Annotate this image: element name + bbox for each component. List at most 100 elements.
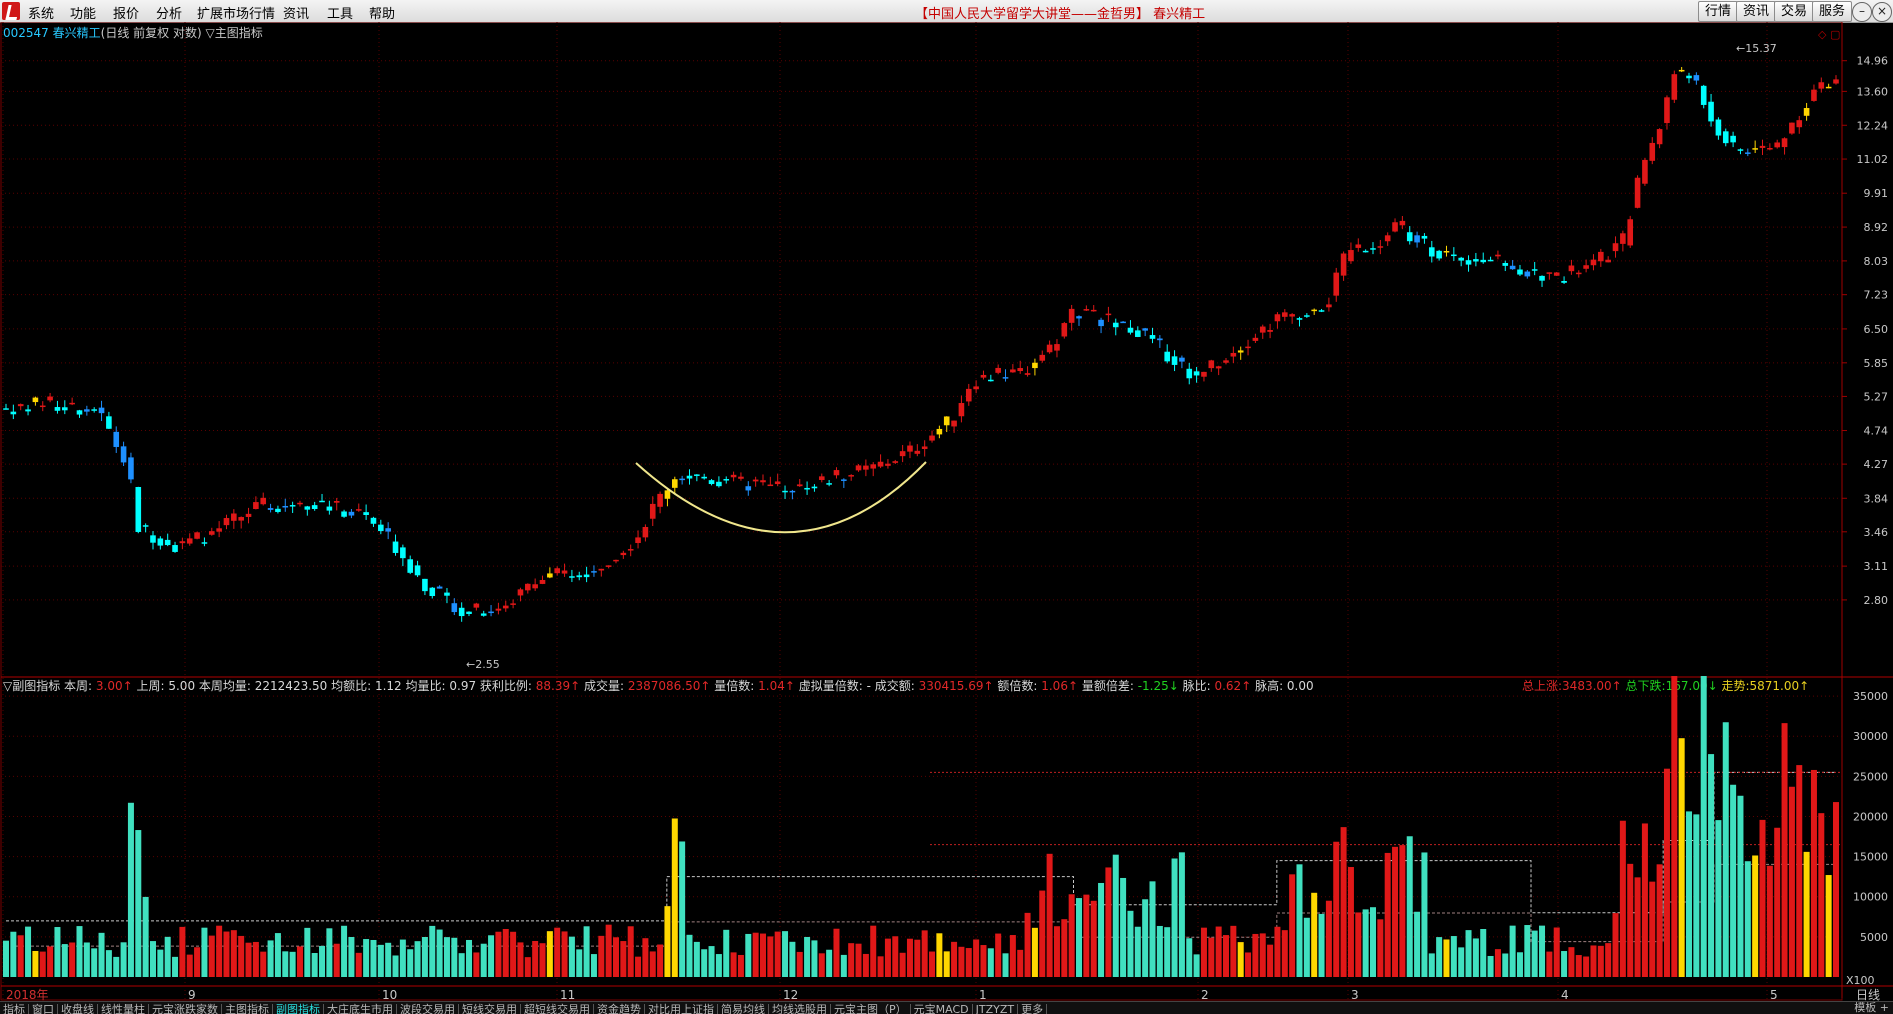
period-label[interactable]: 日线 <box>1856 988 1880 1001</box>
price-axis-label: 13.60 <box>1857 85 1889 98</box>
time-axis-label: 9 <box>188 988 196 1001</box>
panel-corner-icons[interactable]: ◇ ▢ <box>1818 28 1840 41</box>
volume-bar <box>1641 823 1648 977</box>
volume-bar <box>1649 881 1656 977</box>
volume-bar <box>370 939 377 977</box>
menu-function[interactable]: 功能 <box>70 3 96 22</box>
volume-axis: 35000 30000 25000 20000 15000 10000 5000 <box>1853 690 1888 944</box>
minimize-icon[interactable]: – <box>1852 2 1872 22</box>
candle-body <box>1473 259 1479 262</box>
candle-body <box>1377 246 1384 248</box>
candle-body <box>1135 330 1141 337</box>
menu-info[interactable]: 资讯 <box>283 3 309 22</box>
volume-bar <box>274 933 281 977</box>
candle-body <box>885 463 891 466</box>
volume-bar <box>1810 769 1817 977</box>
volume-bar <box>3 940 9 977</box>
volume-bar <box>1524 925 1531 977</box>
volume-bar <box>414 941 421 977</box>
volume-bar <box>1017 949 1024 977</box>
candle-body <box>716 481 722 487</box>
candle-body <box>1759 145 1766 148</box>
volume-bar <box>1531 930 1538 977</box>
volume-bar <box>664 906 671 977</box>
volume-bar <box>1355 912 1362 977</box>
candle-body <box>157 538 164 546</box>
volume-axis-label: 35000 <box>1853 690 1888 703</box>
volume-bar <box>10 931 17 977</box>
volume-bar <box>127 802 134 977</box>
volume-bar <box>693 941 700 977</box>
candle-body <box>730 474 737 478</box>
candle-body <box>3 408 9 410</box>
template-tab[interactable]: 模板 + <box>1850 1002 1893 1014</box>
candle-body <box>69 402 75 405</box>
volume-bar <box>1656 864 1663 977</box>
menu-tools[interactable]: 工具 <box>327 3 353 22</box>
volume-bar <box>1428 953 1435 977</box>
menu-extended-market[interactable]: 扩展市场行情 <box>197 3 275 22</box>
candle-body <box>231 513 237 521</box>
menu-analysis[interactable]: 分析 <box>156 3 182 22</box>
volume-axis-label: 10000 <box>1853 891 1888 904</box>
candle-body <box>385 528 391 532</box>
app-logo-icon[interactable] <box>2 2 20 20</box>
candle-body <box>378 524 384 532</box>
volume-bar <box>1112 854 1119 977</box>
candle-body <box>1318 310 1325 312</box>
candle-body <box>620 552 627 556</box>
candle-body <box>1664 97 1670 124</box>
service-button[interactable]: 服务 <box>1812 1 1852 22</box>
volume-bar <box>1494 949 1501 977</box>
candle-body <box>128 457 134 480</box>
candle-body <box>326 506 333 511</box>
candle-body <box>201 542 208 544</box>
news-button[interactable]: 资讯 <box>1736 1 1776 22</box>
candle-body <box>10 411 17 415</box>
volume-bar <box>458 953 465 977</box>
candle-body <box>826 483 832 485</box>
candle-body <box>811 486 818 489</box>
menu-help[interactable]: 帮助 <box>369 3 395 22</box>
volume-bar <box>252 941 259 977</box>
volume-bar <box>1516 952 1523 977</box>
candle-body <box>1274 314 1281 322</box>
menu-system[interactable]: 系统 <box>28 3 54 22</box>
candle-body <box>1708 101 1714 122</box>
volume-bar <box>216 925 223 977</box>
market-button[interactable]: 行情 <box>1698 1 1738 22</box>
price-axis-label: 8.92 <box>1864 221 1889 234</box>
candle-body <box>1046 344 1053 353</box>
price-axis-label: 7.23 <box>1864 289 1889 302</box>
time-axis-label: 5 <box>1770 988 1778 1001</box>
price-axis-label: 6.50 <box>1864 323 1889 336</box>
candle-body <box>1575 272 1582 275</box>
volume-bar <box>811 940 818 977</box>
candle-body <box>936 428 943 435</box>
close-icon[interactable]: × <box>1872 2 1892 22</box>
candle-body <box>1010 369 1016 373</box>
trade-button[interactable]: 交易 <box>1774 1 1814 22</box>
volume-grid <box>1 695 1842 938</box>
candle-body <box>554 568 561 574</box>
price-axis-label: 5.85 <box>1864 357 1889 370</box>
candle-body <box>422 578 428 592</box>
volume-bar <box>1421 852 1428 977</box>
volume-bar <box>723 929 730 977</box>
candle-body <box>965 388 972 402</box>
candle-body <box>1531 269 1538 271</box>
volume-bar <box>495 931 502 977</box>
menu-quote[interactable]: 报价 <box>113 3 139 22</box>
candle-body <box>686 475 693 479</box>
volume-bar <box>1458 947 1465 977</box>
volume-bar <box>627 926 634 977</box>
candle-body <box>1024 373 1031 375</box>
volume-bar <box>1730 784 1737 977</box>
candle-body <box>1671 74 1678 100</box>
candle-body <box>525 583 531 591</box>
chart-area[interactable]: 002547 春兴精工(日线 前复权 对数) ▽主图指标 ◇ ▢ 14.9613… <box>0 22 1893 1001</box>
volume-bar <box>480 943 487 977</box>
volume-bar <box>443 937 450 977</box>
candle-body <box>1414 235 1420 243</box>
volume-bar <box>1561 951 1568 977</box>
